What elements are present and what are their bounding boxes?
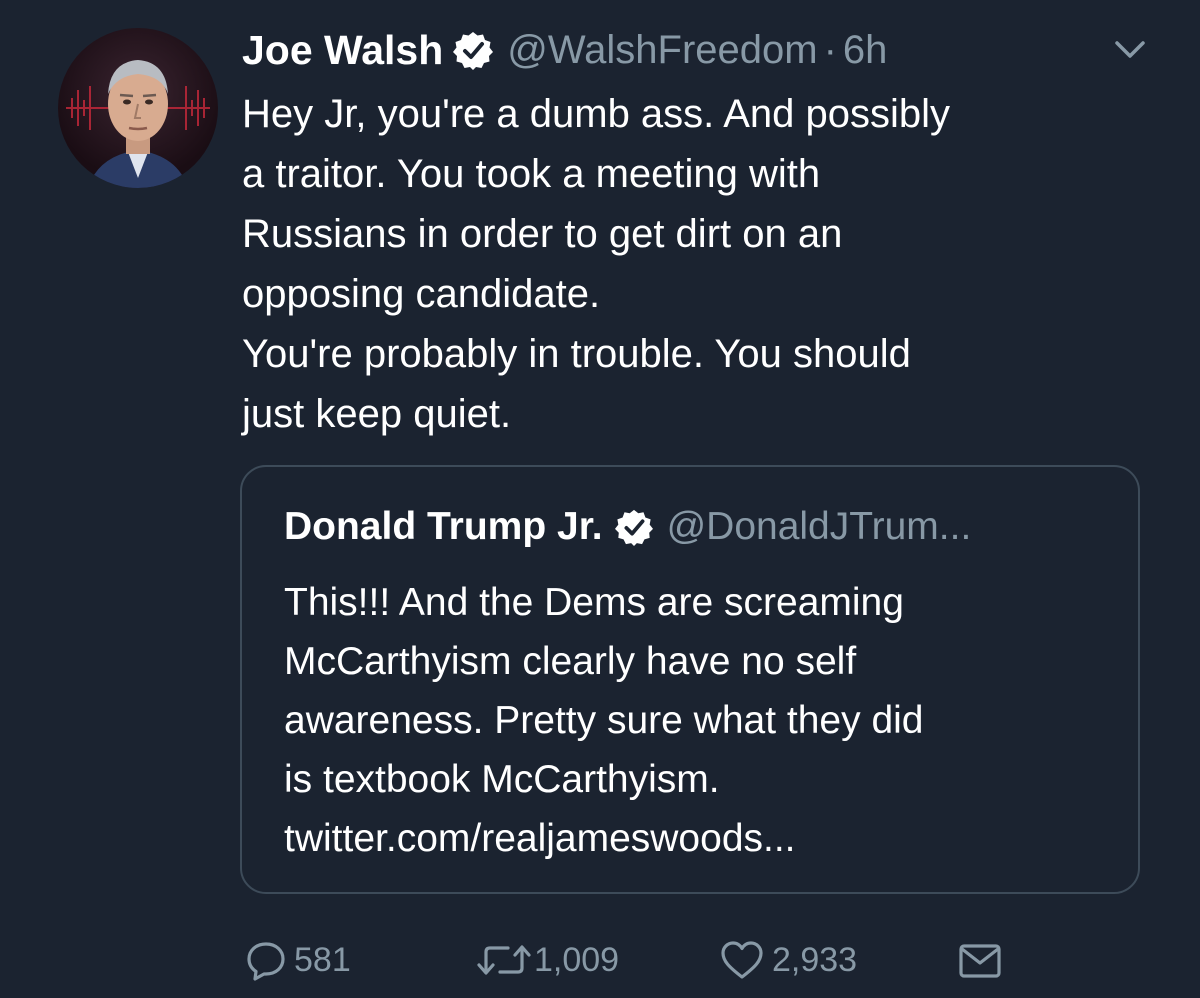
tweet-text-line: Russians in order to get dirt on an — [242, 212, 843, 256]
tweet-text-line: a traitor. You took a meeting with — [242, 152, 821, 196]
tweet: Joe Walsh @WalshFreedom · 6h Hey Jr, you… — [0, 0, 1200, 998]
tweet-text-line: opposing candidate. — [242, 272, 601, 316]
chevron-down-icon[interactable] — [1114, 38, 1146, 62]
verified-badge-icon — [614, 508, 653, 546]
quoted-link[interactable]: twitter.com/realjameswoods... — [284, 809, 1124, 868]
like-count: 2,933 — [772, 940, 858, 979]
reply-count: 581 — [294, 940, 351, 979]
quoted-text-line: This!!! And the Dems are screaming — [284, 581, 904, 624]
quoted-tweet-text: This!!! And the Dems are screaming McCar… — [284, 573, 1124, 868]
avatar[interactable] — [58, 28, 218, 188]
tweet-text-line: You're probably in trouble. You should — [242, 332, 911, 376]
retweet-icon — [474, 938, 534, 982]
retweet-button[interactable]: 1,009 — [474, 930, 619, 990]
tweet-actions: 581 1,009 2,933 — [0, 930, 1200, 990]
like-button[interactable]: 2,933 — [718, 930, 857, 990]
tweet-text-line: just keep quiet. — [242, 392, 512, 436]
quoted-author-name: Donald Trump Jr. — [284, 505, 603, 548]
heart-icon — [718, 938, 766, 982]
author-handle[interactable]: @WalshFreedom — [507, 28, 817, 73]
author-name[interactable]: Joe Walsh — [242, 27, 443, 74]
reply-icon — [244, 938, 288, 982]
tweet-text-line: Hey Jr, you're a dumb ass. And possibly — [242, 92, 950, 136]
quoted-tweet-header: Donald Trump Jr. @DonaldJTrum... — [284, 497, 971, 557]
reply-button[interactable]: 581 — [244, 930, 351, 990]
verified-badge-icon — [453, 30, 494, 70]
tweet-text: Hey Jr, you're a dumb ass. And possibly … — [242, 84, 1142, 444]
envelope-icon — [956, 938, 1004, 982]
quoted-tweet[interactable]: Donald Trump Jr. @DonaldJTrum... This!!!… — [240, 465, 1140, 894]
quoted-text-line: is textbook McCarthyism. — [284, 758, 720, 801]
quoted-author-handle: @DonaldJTrum... — [666, 505, 972, 548]
tweet-timestamp[interactable]: 6h — [843, 28, 888, 73]
quoted-text-line: awareness. Pretty sure what they did — [284, 699, 924, 742]
direct-message-button[interactable] — [956, 930, 1004, 990]
separator-dot: · — [823, 27, 837, 72]
tweet-header: Joe Walsh @WalshFreedom · 6h — [242, 22, 887, 78]
quoted-text-line: McCarthyism clearly have no self — [284, 640, 857, 683]
retweet-count: 1,009 — [534, 940, 620, 979]
